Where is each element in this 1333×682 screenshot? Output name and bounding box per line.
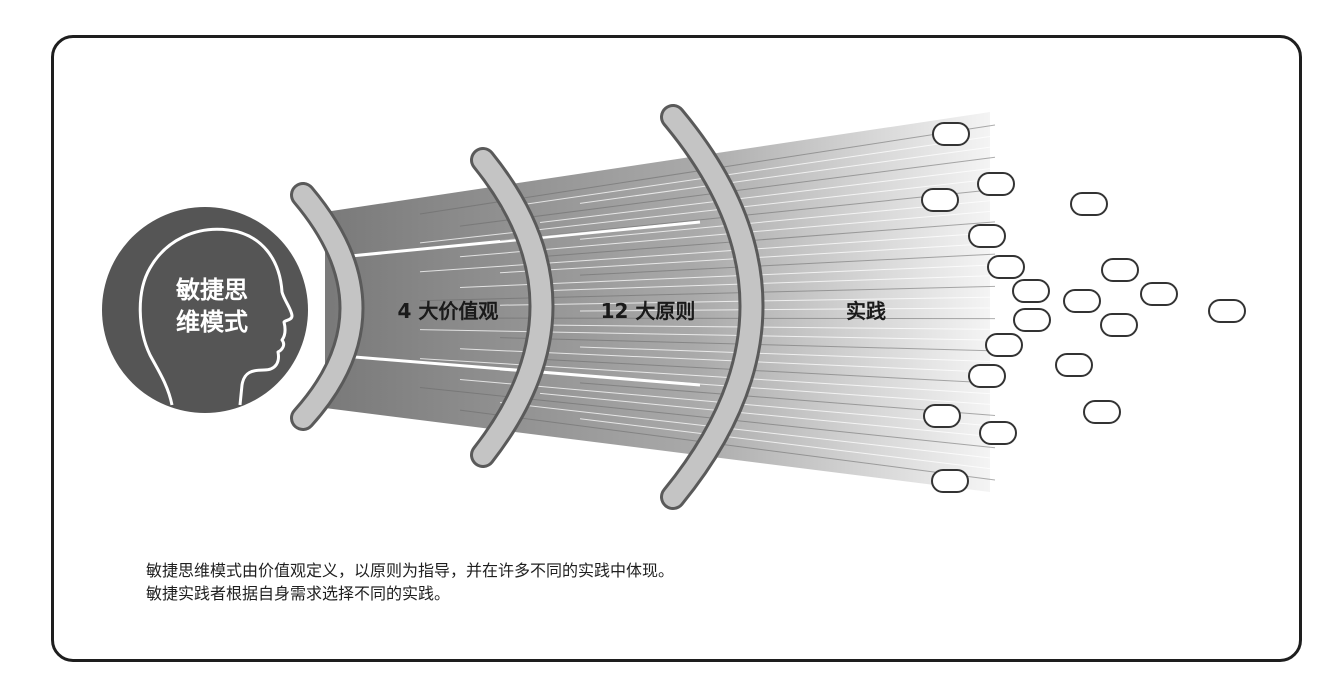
practice-capsule [1063, 289, 1101, 313]
practice-capsule [979, 421, 1017, 445]
practice-capsule [931, 469, 969, 493]
practice-capsule [1140, 282, 1178, 306]
practice-capsule [985, 333, 1023, 357]
practice-capsule [921, 188, 959, 212]
practice-capsule [968, 364, 1006, 388]
values-label: 4 大价值观 [398, 299, 499, 323]
center-label-line2: 维模式 [176, 308, 248, 336]
practice-capsule [932, 122, 970, 146]
practice-capsule [1101, 258, 1139, 282]
practice-capsule [968, 224, 1006, 248]
practice-capsule [987, 255, 1025, 279]
practice-capsule [1012, 279, 1050, 303]
practice-capsule [1055, 353, 1093, 377]
practice-capsule [977, 172, 1015, 196]
practice-capsule [923, 404, 961, 428]
center-label-line1: 敏捷思 [175, 276, 248, 304]
practices-label: 实践 [846, 299, 886, 323]
practice-capsule [1070, 192, 1108, 216]
practice-capsule [1083, 400, 1121, 424]
principles-label: 12 大原则 [601, 299, 696, 323]
practice-capsule [1100, 313, 1138, 337]
caption-line-2: 敏捷实践者根据自身需求选择不同的实践。 [146, 584, 451, 603]
practice-capsule [1208, 299, 1246, 323]
practice-capsule [1013, 308, 1051, 332]
caption-line-1: 敏捷思维模式由价值观定义，以原则为指导，并在许多不同的实践中体现。 [146, 561, 675, 580]
